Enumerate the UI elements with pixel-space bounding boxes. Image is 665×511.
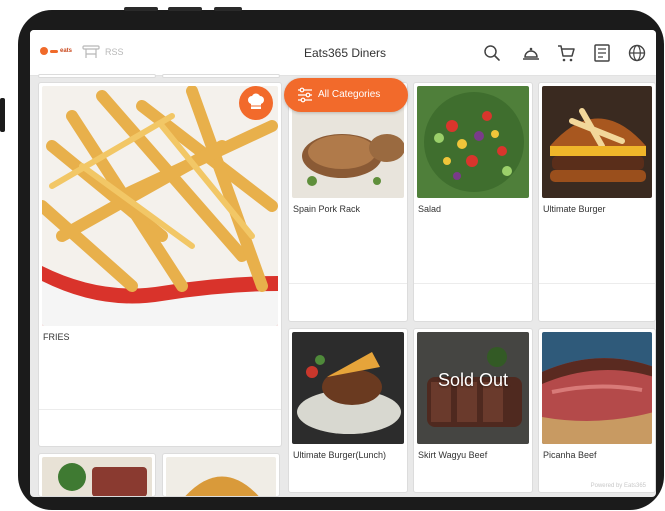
side-button [0, 98, 5, 132]
food-image [42, 457, 152, 496]
divider [414, 283, 532, 284]
fries-image [42, 86, 278, 326]
menu-item-name: Ultimate Burger(Lunch) [293, 450, 387, 460]
search-icon[interactable] [482, 43, 502, 63]
menu-card-partial [38, 74, 156, 78]
menu-item-card[interactable]: Spain Pork Rack [288, 82, 408, 322]
divider [539, 283, 655, 284]
burger-image [542, 86, 652, 198]
powered-by: Powered by Eats365 [590, 483, 646, 489]
menu-item-name: Salad [418, 204, 442, 214]
menu-item-card[interactable]: Picanha Beef [538, 328, 656, 493]
menu-item-name: Picanha Beef [543, 450, 597, 460]
wagyu-image: Sold Out [417, 332, 529, 444]
all-categories-button[interactable]: All Categories [284, 78, 408, 112]
menu-item-card[interactable]: Ultimate Burger(Lunch) [288, 328, 408, 493]
top-bar: eats RSS Eats365 Diners [30, 30, 656, 76]
service-bell-icon[interactable] [521, 43, 541, 63]
logo-text: eats [60, 48, 73, 54]
logo-mark [40, 47, 48, 55]
menu-card-partial [162, 74, 280, 78]
logo-mark [50, 49, 58, 53]
menu-item-card[interactable] [38, 453, 156, 497]
menu-item-name: Skirt Wagyu Beef [418, 450, 488, 460]
menu-item-name: FRIES [43, 332, 70, 342]
category-label: All Categories [318, 89, 381, 100]
volume-button [124, 7, 158, 11]
salad-image [417, 86, 529, 198]
table-icon [82, 45, 100, 58]
globe-icon[interactable] [627, 43, 647, 63]
chef-hat-icon [248, 93, 264, 109]
menu-item-card[interactable]: Sold Out Skirt Wagyu Beef [413, 328, 533, 493]
order-list-icon[interactable] [592, 43, 612, 63]
menu-item-card[interactable]: FRIES [38, 82, 282, 447]
menu-item-card[interactable]: Ultimate Burger [538, 82, 656, 322]
volume-button [168, 7, 202, 11]
table-label: RSS [105, 47, 124, 57]
menu-item-name: Ultimate Burger [543, 204, 606, 214]
menu-item-card[interactable]: Salad [413, 82, 533, 322]
menu-item-name: Spain Pork Rack [293, 204, 361, 214]
divider [39, 409, 281, 410]
power-button [214, 7, 242, 11]
sold-out-badge: Sold Out [437, 370, 509, 390]
store-name: Eats365 Diners [303, 46, 387, 60]
cart-icon[interactable] [556, 43, 576, 63]
food-image [166, 457, 276, 496]
burger-lunch-image [292, 332, 404, 444]
menu-item-card[interactable] [162, 453, 280, 497]
eats365-logo[interactable]: eats [40, 47, 72, 55]
filter-sliders-icon [298, 87, 312, 103]
divider [289, 283, 407, 284]
app-screen: eats RSS Eats365 Diners FRIES Spain Pork… [30, 30, 656, 497]
picanha-image [542, 332, 652, 444]
chef-recommend-button[interactable] [239, 86, 273, 120]
